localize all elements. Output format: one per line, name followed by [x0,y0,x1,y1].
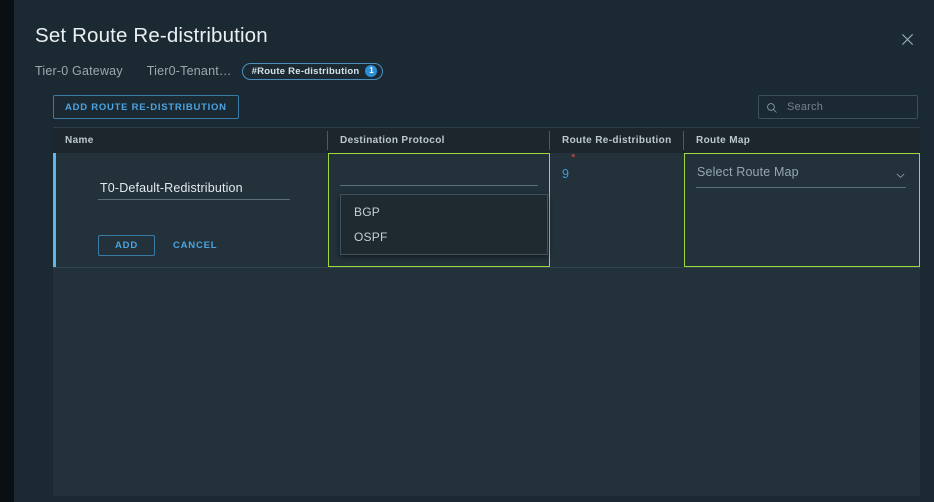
add-route-redistribution-button[interactable]: ADD ROUTE RE-DISTRIBUTION [53,95,239,119]
route-redistribution-grid: Name Destination Protocol Route Re-distr… [53,127,920,496]
row-actions: ADD CANCEL [98,235,217,256]
cell-route-redistribution: 9* [550,152,684,267]
route-redistribution-tag[interactable]: #Route Re-distribution 1 [241,62,384,80]
cell-route-map: Select Route Map [684,153,920,267]
screen-root: Set Route Re-distribution Tier-0 Gateway… [0,0,934,502]
route-map-placeholder: Select Route Map [697,165,799,179]
table-row: ADD CANCEL BGP OSPF [53,152,920,268]
column-header-name[interactable]: Name [53,128,328,153]
search-box[interactable] [758,95,931,119]
column-header-name-label: Name [65,135,94,146]
column-header-route-map[interactable]: Route Map [684,128,920,153]
search-input[interactable] [785,100,931,114]
breadcrumb: Tier-0 Gateway Tier0-Tenant… #Route Re-d… [35,62,384,80]
cell-name: ADD CANCEL [53,153,328,267]
add-button[interactable]: ADD [98,235,155,256]
dropdown-option-ospf[interactable]: OSPF [341,224,547,249]
search-icon [766,101,778,113]
dropdown-option-bgp[interactable]: BGP [341,199,547,224]
close-icon[interactable] [894,26,920,52]
grid-body: ADD CANCEL BGP OSPF [53,152,920,496]
route-redistribution-value[interactable]: 9 [562,167,569,181]
column-header-route-redistribution-label: Route Re-distribution [562,135,672,146]
breadcrumb-item-tier0-tenant[interactable]: Tier0-Tenant… [147,64,232,78]
name-input[interactable] [98,181,290,200]
column-header-route-map-label: Route Map [696,135,751,146]
tag-count-badge: 1 [365,65,378,77]
tag-label: #Route Re-distribution [251,65,360,77]
destination-protocol-field: BGP OSPF [340,164,548,255]
column-header-destination-protocol[interactable]: Destination Protocol [328,128,550,153]
required-marker: * [571,152,576,164]
destination-protocol-input[interactable] [340,166,538,186]
route-map-select[interactable]: Select Route Map [696,165,906,188]
set-route-redistribution-dialog: Set Route Re-distribution Tier-0 Gateway… [14,0,934,502]
cancel-button[interactable]: CANCEL [173,240,217,251]
column-header-destination-protocol-label: Destination Protocol [340,135,445,146]
breadcrumb-item-tier0-gateway[interactable]: Tier-0 Gateway [35,64,123,78]
destination-protocol-dropdown: BGP OSPF [340,194,548,255]
column-header-route-redistribution[interactable]: Route Re-distribution [550,128,684,153]
grid-empty-area [53,269,920,496]
grid-header-row: Name Destination Protocol Route Re-distr… [53,128,920,153]
cell-destination-protocol: BGP OSPF [328,153,550,267]
page-title: Set Route Re-distribution [35,24,268,47]
chevron-down-icon [895,168,906,179]
